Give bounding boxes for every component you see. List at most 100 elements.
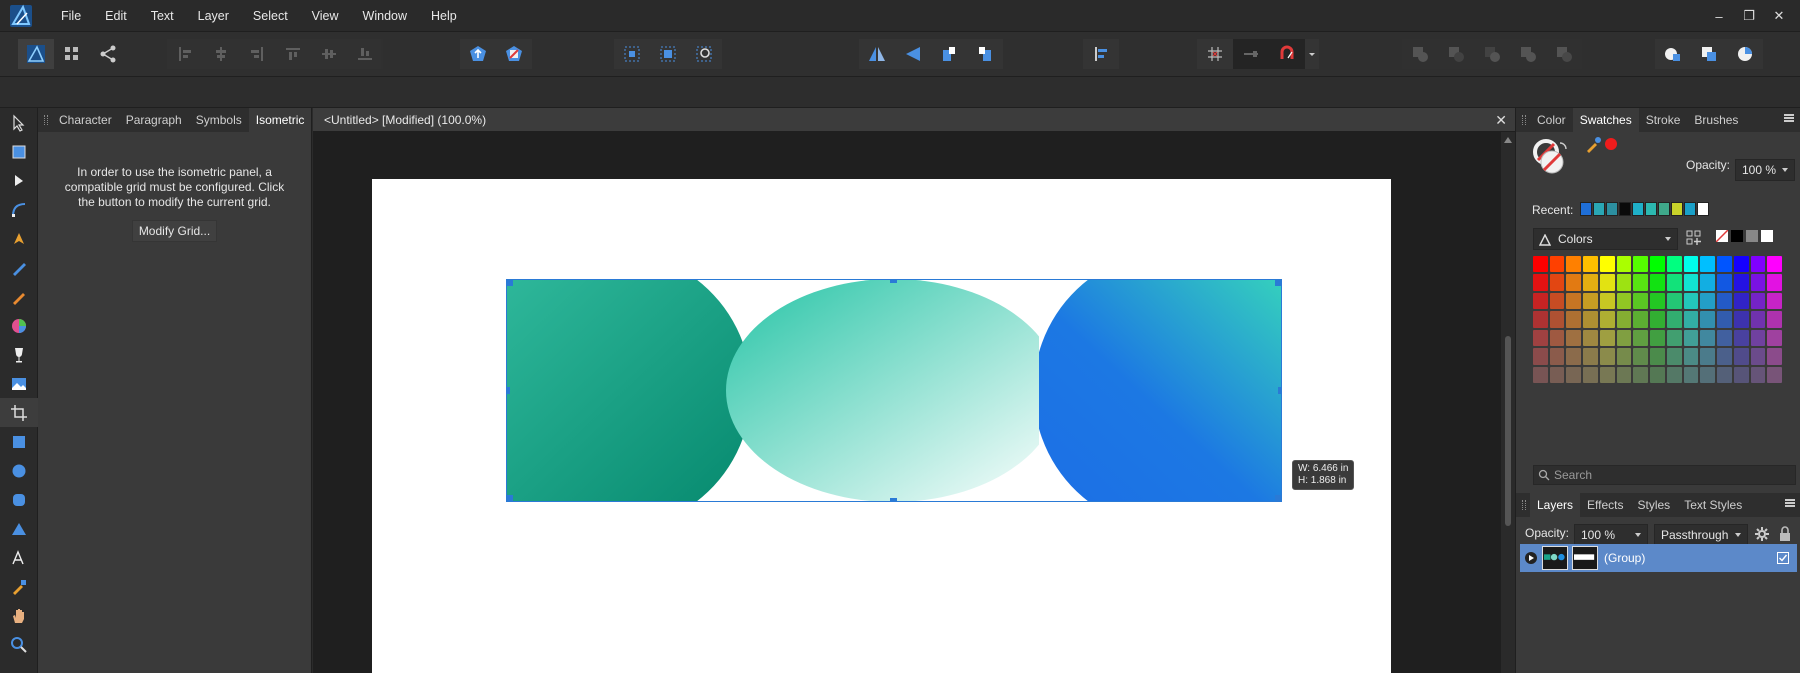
vector-brush-tool[interactable]	[0, 282, 38, 311]
panel-grip-icon[interactable]	[1522, 500, 1526, 510]
palette-swatch[interactable]	[1750, 292, 1766, 310]
palette-swatch[interactable]	[1666, 348, 1682, 365]
palette-swatch[interactable]	[1683, 292, 1699, 310]
palette-swatch[interactable]	[1616, 311, 1632, 328]
align-center-button[interactable]	[203, 39, 239, 69]
palette-swatch[interactable]	[1650, 329, 1665, 347]
panel-grip-icon[interactable]	[44, 115, 48, 125]
palette-swatch[interactable]	[1566, 311, 1582, 328]
insert-inside-button[interactable]	[650, 39, 686, 69]
none-swatch-icon[interactable]	[1716, 230, 1728, 242]
palette-swatch[interactable]	[1633, 329, 1649, 347]
tab-effects[interactable]: Effects	[1580, 493, 1630, 517]
align-bottom-button[interactable]	[347, 39, 383, 69]
swatch-opacity-dropdown[interactable]: 100 %	[1735, 159, 1795, 181]
palette-swatch[interactable]	[1650, 311, 1665, 328]
insert-top-button[interactable]	[686, 39, 722, 69]
recent-color-swatch[interactable]	[1580, 202, 1592, 216]
palette-swatch[interactable]	[1616, 366, 1632, 383]
menu-layer[interactable]: Layer	[186, 0, 241, 32]
palette-swatch[interactable]	[1616, 329, 1632, 347]
swatch-search-input[interactable]: Search	[1533, 465, 1796, 485]
boolean-add-button[interactable]	[1402, 39, 1438, 69]
tab-stroke[interactable]: Stroke	[1639, 108, 1688, 132]
palette-swatch[interactable]	[1733, 311, 1749, 328]
palette-swatch[interactable]	[1717, 274, 1732, 291]
palette-swatch[interactable]	[1683, 348, 1699, 365]
palette-swatch[interactable]	[1767, 311, 1782, 328]
blend-mode-dropdown[interactable]: Passthrough	[1654, 524, 1748, 546]
menu-select[interactable]: Select	[241, 0, 300, 32]
palette-swatch[interactable]	[1533, 292, 1548, 310]
palette-swatch[interactable]	[1733, 256, 1749, 273]
palette-swatch[interactable]	[1733, 292, 1749, 310]
palette-swatch[interactable]	[1616, 348, 1632, 365]
tab-layers[interactable]: Layers	[1530, 493, 1581, 517]
palette-swatch[interactable]	[1666, 329, 1682, 347]
resize-handle-bottom[interactable]	[890, 498, 897, 502]
artistic-text-tool[interactable]	[0, 543, 38, 572]
palette-swatch[interactable]	[1750, 348, 1766, 365]
recent-color-swatch[interactable]	[1684, 202, 1696, 216]
menu-window[interactable]: Window	[351, 0, 419, 32]
palette-swatch[interactable]	[1683, 366, 1699, 383]
palette-swatch[interactable]	[1549, 274, 1565, 291]
palette-swatch[interactable]	[1717, 366, 1732, 383]
palette-swatch[interactable]	[1767, 366, 1782, 383]
palette-swatch[interactable]	[1633, 292, 1649, 310]
palette-swatch[interactable]	[1767, 256, 1782, 273]
tab-brushes[interactable]: Brushes	[1687, 108, 1745, 132]
palette-swatch[interactable]	[1599, 348, 1615, 365]
layer-visibility-checkbox[interactable]	[1777, 552, 1789, 564]
boolean-subtract-button[interactable]	[496, 39, 532, 69]
resize-handle-top-left[interactable]	[506, 279, 513, 286]
white-swatch[interactable]	[1761, 230, 1773, 242]
palette-swatch[interactable]	[1566, 256, 1582, 273]
pixel-persona-button[interactable]	[54, 39, 90, 69]
recent-color-swatch[interactable]	[1697, 202, 1709, 216]
fill-stroke-selector-icon[interactable]	[1530, 138, 1570, 178]
resize-handle-right[interactable]	[1278, 387, 1282, 394]
pen-tool[interactable]	[0, 224, 38, 253]
export-persona-button[interactable]	[90, 39, 126, 69]
snapping-dropdown-button[interactable]	[1305, 39, 1319, 69]
palette-swatch[interactable]	[1666, 292, 1682, 310]
palette-swatch[interactable]	[1549, 292, 1565, 310]
flip-horizontal-button[interactable]	[859, 39, 895, 69]
resize-handle-left[interactable]	[506, 387, 510, 394]
artboard-tool[interactable]	[0, 137, 38, 166]
flip-vertical-button[interactable]	[895, 39, 931, 69]
palette-swatch[interactable]	[1700, 311, 1716, 328]
transparency-tool[interactable]	[0, 340, 38, 369]
recent-color-swatch[interactable]	[1671, 202, 1683, 216]
scroll-up-arrow-icon[interactable]	[1504, 137, 1512, 143]
palette-swatch[interactable]	[1700, 256, 1716, 273]
black-swatch[interactable]	[1731, 230, 1743, 242]
palette-swatch[interactable]	[1583, 256, 1598, 273]
recent-color-swatch[interactable]	[1606, 202, 1618, 216]
tab-character[interactable]: Character	[52, 108, 119, 132]
resize-handle-top-right[interactable]	[1275, 279, 1282, 286]
palette-swatch[interactable]	[1683, 256, 1699, 273]
color-picker-tool[interactable]	[0, 572, 38, 601]
view-tool[interactable]	[0, 601, 38, 630]
move-tool[interactable]	[0, 108, 38, 137]
snapping-button[interactable]	[1269, 39, 1305, 69]
palette-swatch[interactable]	[1566, 274, 1582, 291]
menu-file[interactable]: File	[49, 0, 93, 32]
insert-behind-button[interactable]	[614, 39, 650, 69]
close-window-button[interactable]: ✕	[1764, 8, 1794, 24]
palette-swatch[interactable]	[1583, 292, 1598, 310]
zoom-tool[interactable]	[0, 630, 38, 659]
palette-swatch[interactable]	[1750, 329, 1766, 347]
palette-swatch[interactable]	[1666, 274, 1682, 291]
corner-tool[interactable]	[0, 195, 38, 224]
recent-color-swatch[interactable]	[1593, 202, 1605, 216]
place-image-tool[interactable]	[0, 369, 38, 398]
modify-grid-button[interactable]: Modify Grid...	[131, 220, 218, 242]
palette-swatch[interactable]	[1700, 366, 1716, 383]
triangle-tool[interactable]	[0, 514, 38, 543]
tab-styles[interactable]: Styles	[1631, 493, 1678, 517]
palette-swatch[interactable]	[1733, 366, 1749, 383]
align-top-button[interactable]	[275, 39, 311, 69]
